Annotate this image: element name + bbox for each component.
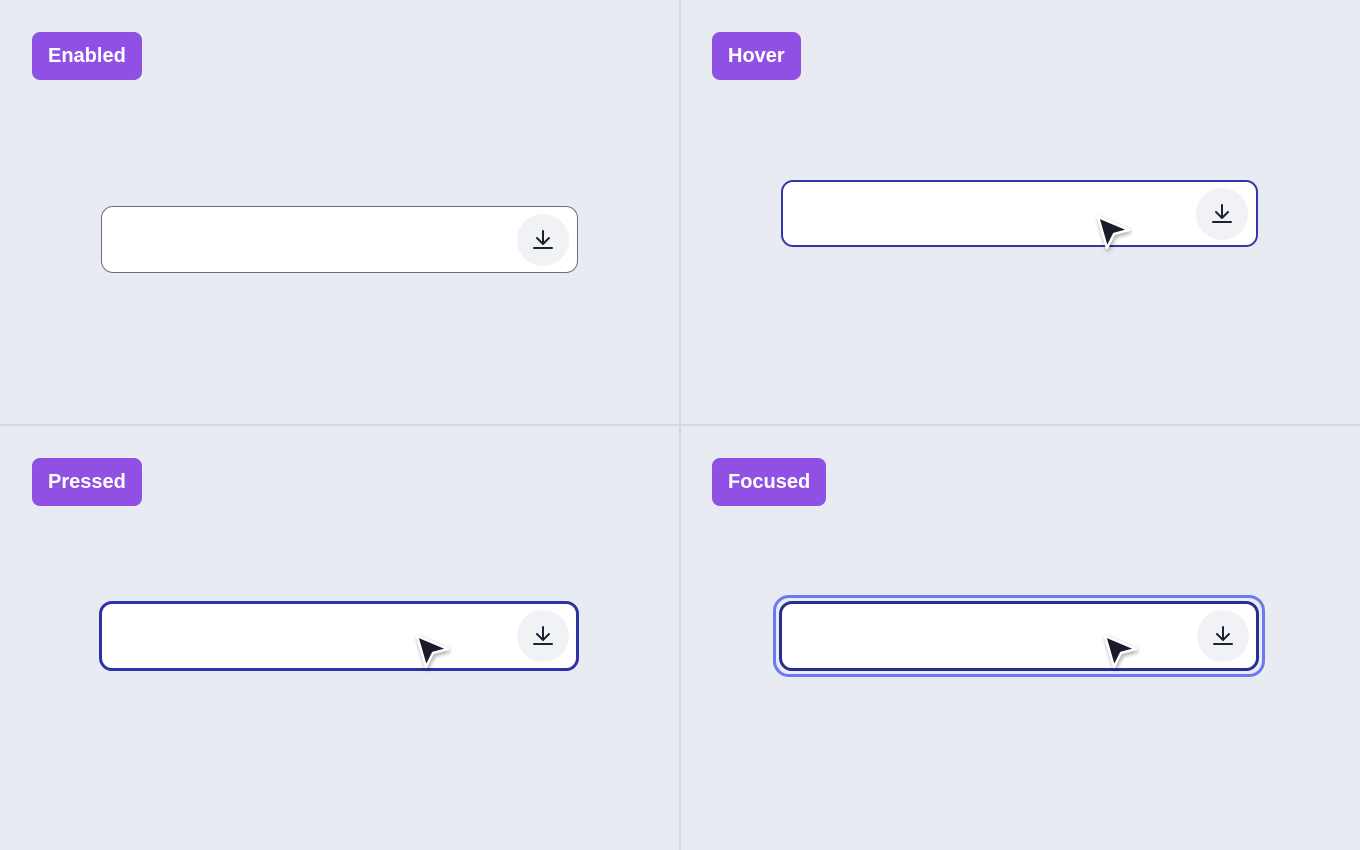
text-field-hover[interactable]	[781, 180, 1258, 247]
state-badge-hover: Hover	[712, 32, 801, 80]
text-field-pressed[interactable]	[99, 601, 579, 671]
text-field-focused[interactable]	[779, 601, 1259, 671]
state-badge-pressed: Pressed	[32, 458, 142, 506]
download-icon	[1210, 202, 1234, 226]
state-badge-focused: Focused	[712, 458, 827, 506]
text-field-enabled[interactable]	[101, 206, 578, 273]
state-badge-enabled: Enabled	[32, 32, 142, 80]
download-icon	[531, 624, 555, 648]
panel-enabled: Enabled	[0, 0, 679, 424]
download-button[interactable]	[517, 213, 569, 266]
download-button[interactable]	[1196, 187, 1248, 240]
panel-focused: Focused	[681, 426, 1360, 850]
panel-pressed: Pressed	[0, 426, 679, 850]
panel-hover: Hover	[681, 0, 1360, 424]
state-showcase: Enabled Hover Pressed Focused	[0, 0, 1360, 850]
download-button[interactable]	[517, 610, 569, 662]
download-icon	[1211, 624, 1235, 648]
download-icon	[531, 228, 555, 252]
download-button[interactable]	[1197, 610, 1249, 662]
